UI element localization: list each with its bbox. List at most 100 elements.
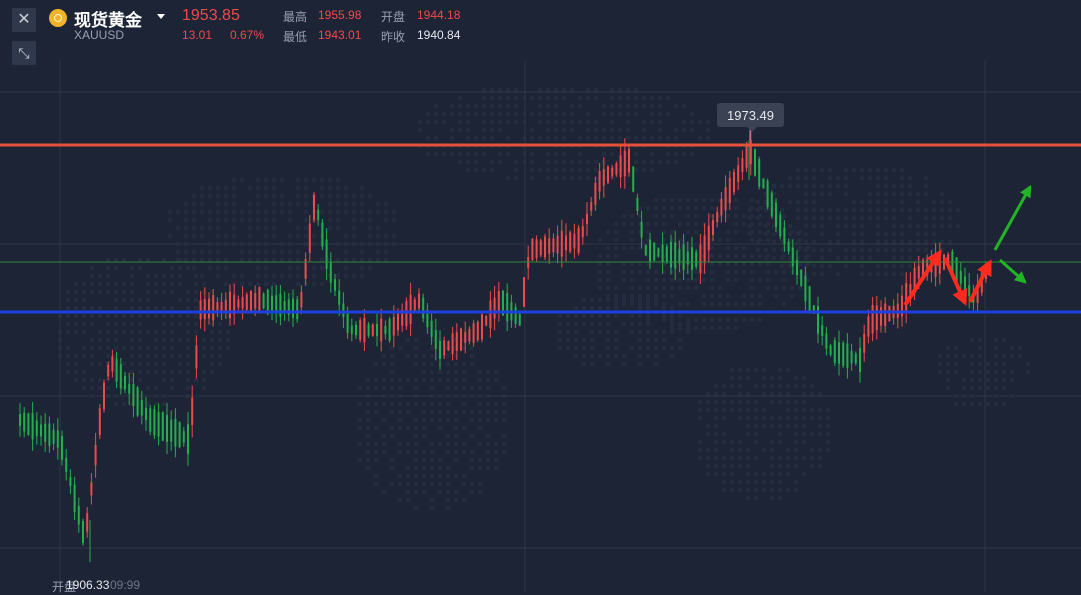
candle-body [737,165,740,182]
candle-body [808,286,811,312]
candle-body [397,313,399,331]
candle-body [52,429,55,444]
candle-body [262,293,265,309]
candle-body [455,332,458,351]
candle-body [888,305,891,322]
candle-body [560,230,563,257]
candle-body [283,301,286,312]
candle-body [69,477,72,486]
candle-body [254,293,257,309]
candle-body [674,242,677,269]
candle-body [917,266,920,279]
min-price-label: 1906.33 [66,578,110,592]
candle-body [573,233,576,249]
candlestick-series [19,128,987,562]
candle-body [712,219,714,236]
candle-body [44,423,47,442]
candle-body [451,333,454,355]
collapse-button[interactable]: ⤡ [12,41,36,65]
candle-body [800,269,803,287]
candle-body [346,312,349,334]
candle-body [245,294,248,311]
candle-body [544,236,546,258]
candle-body [384,325,387,335]
candle-body [691,247,693,270]
prev-close-value: 1940.84 [417,28,461,42]
candle-body [468,329,471,342]
candle-body [741,158,744,173]
candle-body [157,412,160,437]
candle-body [787,241,790,252]
candle-body [628,148,630,173]
candle-body [317,209,320,221]
candle-body [136,387,139,416]
candle-body [607,166,609,183]
candle-body [90,482,93,496]
candle-body [308,223,311,253]
candle-body [203,299,206,320]
candle-body [724,187,727,211]
candle-body [569,232,572,252]
candle-body [783,227,786,245]
candle-body [338,290,341,305]
candle-body [367,324,370,336]
candle-body [56,430,59,448]
candle-body [657,248,660,257]
candle-body [19,414,21,426]
candle-body [531,239,534,261]
chevron-down-icon[interactable] [157,14,165,19]
candle-body [728,177,731,204]
candle-body [867,316,870,337]
candle-body [506,293,509,322]
candle-body [220,302,223,311]
candle-body [300,292,303,308]
candle-body [514,307,517,325]
candle-body [342,303,345,317]
candle-body [653,242,656,261]
candle-body [577,227,580,253]
price-change: 13.01 [182,28,213,42]
candle-body [838,342,840,364]
candle-body [644,244,647,256]
candle-body [224,299,227,312]
candle-body [325,239,328,269]
candle-body [178,422,181,448]
candle-body [170,419,173,442]
candle-body [640,221,643,238]
up-arrow [993,184,1032,251]
candle-body [119,364,122,389]
candle-body [392,316,395,336]
candle-body [187,424,189,454]
candle-body [833,340,836,363]
candle-body [875,305,878,330]
instrument-code: XAUUSD [74,28,125,42]
candle-body [77,505,80,525]
down-arrow [999,258,1027,284]
candle-body [405,300,408,327]
candle-body [581,226,584,238]
up-arrow [968,259,992,303]
candle-body [65,457,68,472]
candle-body [829,345,832,355]
candle-body [439,341,441,359]
candle-body [334,279,336,291]
candle-body [611,167,614,177]
price-chart[interactable] [0,0,1081,592]
candle-body [132,384,135,407]
candle-body [98,408,101,436]
candle-body [153,409,156,436]
candle-body [485,315,488,326]
candle-body [632,166,635,192]
max-price-tooltip: 1973.49 [717,103,784,132]
candle-body [880,307,882,326]
candle-body [527,257,530,269]
candle-body [208,298,210,319]
close-button[interactable]: ✕ [12,8,36,32]
candle-body [275,295,278,313]
instrument-header: ✕ ⤡ 现货黄金 XAUUSD 1953.85 13.01 0.67% 最高 1… [0,0,520,68]
close-icon: ✕ [17,11,31,28]
candle-body [619,155,622,178]
candle-body [443,340,446,356]
candle-body [842,342,845,366]
candle-body [140,399,143,416]
